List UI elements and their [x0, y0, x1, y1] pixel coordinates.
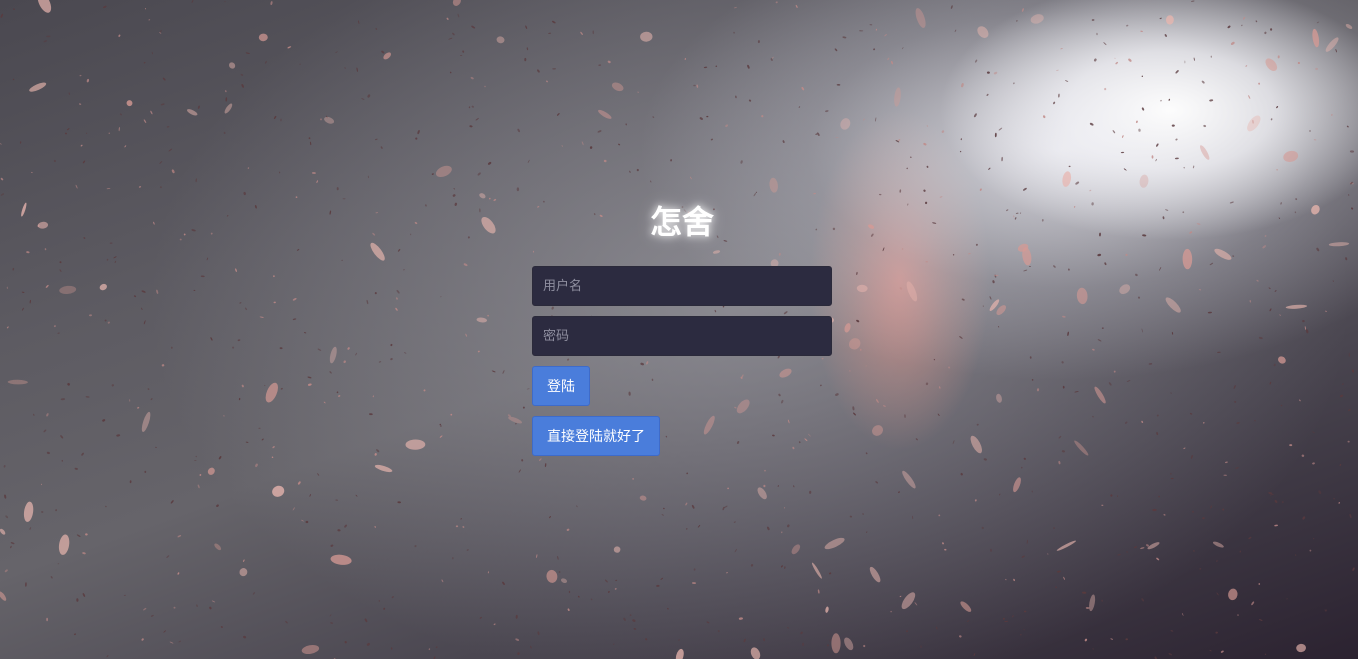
page-title: 怎舍 — [649, 203, 714, 241]
login-panel: 怎舍 登陆 直接登陆就好了 — [532, 198, 832, 456]
direct-login-button[interactable]: 直接登陆就好了 — [532, 416, 660, 456]
username-input[interactable] — [532, 266, 832, 306]
password-input[interactable] — [532, 316, 832, 356]
login-button[interactable]: 登陆 — [532, 366, 590, 406]
